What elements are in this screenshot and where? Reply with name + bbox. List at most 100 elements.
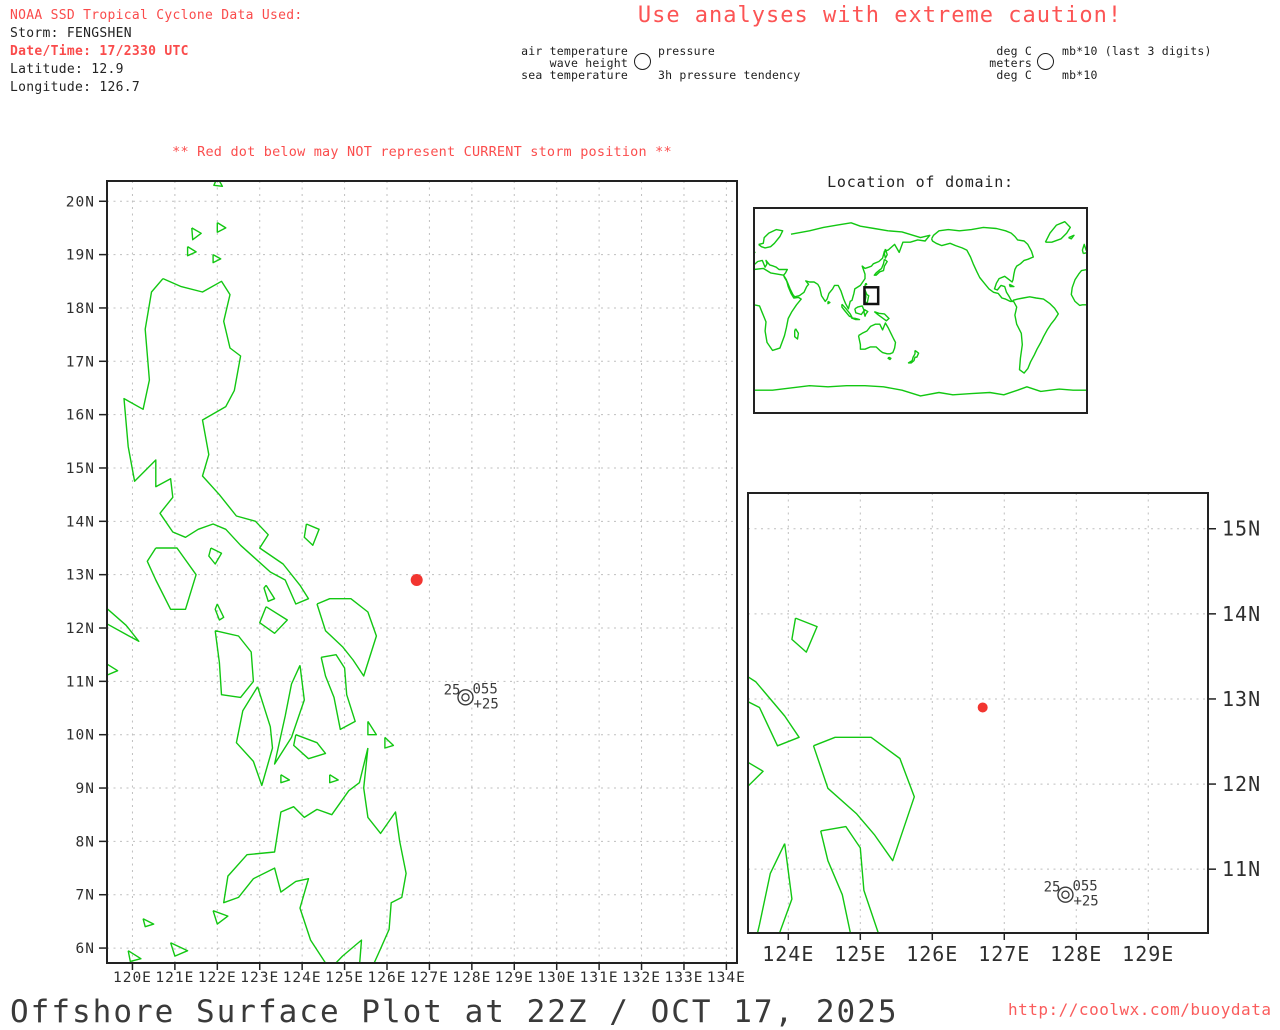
y-tick-label: 18N xyxy=(66,301,95,317)
main-map-frame xyxy=(107,181,737,963)
coastline xyxy=(304,524,319,545)
coastline xyxy=(1092,230,1116,248)
coastline xyxy=(865,283,867,285)
station-air-temp: 25 xyxy=(444,682,461,698)
x-tick-label: 133E xyxy=(665,970,704,986)
coastline xyxy=(1217,249,1220,258)
x-tick-label: 129E xyxy=(1122,942,1174,966)
y-tick-label: 6N xyxy=(76,941,95,957)
coastline xyxy=(1198,290,1202,304)
coastline xyxy=(1192,323,1229,354)
coastline xyxy=(644,137,658,152)
coastline xyxy=(128,951,141,962)
x-tick-label: 124E xyxy=(283,970,322,986)
coastline xyxy=(1207,259,1220,275)
coastline xyxy=(1197,309,1201,316)
coastline xyxy=(1013,297,1058,373)
coastline xyxy=(1175,304,1185,317)
coastline xyxy=(864,309,868,316)
y-tick-label: 15N xyxy=(66,461,95,477)
coastline xyxy=(1087,268,1134,350)
coastline xyxy=(209,548,222,564)
x-tick-label: 131E xyxy=(580,970,619,986)
coastline xyxy=(859,323,896,354)
coastline xyxy=(321,655,355,730)
coastline xyxy=(215,604,224,620)
x-tick-label: 132E xyxy=(622,970,661,986)
station-air-temp: 25 xyxy=(1044,880,1061,896)
coastline xyxy=(1087,223,1263,309)
coastline xyxy=(641,746,655,772)
coastline xyxy=(143,919,154,927)
coastline xyxy=(630,656,652,682)
y-tick-label: 14N xyxy=(1222,602,1261,626)
coastline xyxy=(909,350,919,363)
y-tick-label: 13N xyxy=(1222,687,1261,711)
x-tick-label: 128E xyxy=(1050,942,1102,966)
coastline xyxy=(795,329,799,339)
coastline xyxy=(264,585,275,601)
x-tick-label: 134E xyxy=(707,970,746,986)
coastline xyxy=(317,599,376,676)
y-tick-label: 15N xyxy=(1222,517,1261,541)
coastline xyxy=(171,943,188,956)
coastline xyxy=(754,268,801,350)
coastline xyxy=(932,227,1034,301)
storm-position-dot xyxy=(411,574,423,586)
coastline xyxy=(1198,283,1200,285)
coastline xyxy=(385,737,394,748)
y-tick-label: 13N xyxy=(66,568,95,584)
x-tick-label: 124E xyxy=(762,942,814,966)
y-tick-label: 19N xyxy=(66,248,95,264)
coastline xyxy=(601,146,617,165)
coastline xyxy=(236,687,272,786)
coastline xyxy=(188,247,197,256)
y-tick-label: 20N xyxy=(66,194,95,210)
coastline xyxy=(874,312,889,321)
coastline xyxy=(215,631,253,698)
coastline xyxy=(217,223,226,233)
coastline xyxy=(851,318,859,320)
coastline xyxy=(639,65,653,80)
offshore-surface-plot-page: { "header": { "source": "NOAA SSD Tropic… xyxy=(0,0,1280,1024)
y-tick-label: 11N xyxy=(66,674,95,690)
main-map: 120E121E122E123E124E125E126E127E128E129E… xyxy=(66,177,746,986)
coastline xyxy=(368,721,377,734)
world-map xyxy=(738,208,1280,413)
y-tick-label: 16N xyxy=(66,408,95,424)
coastline xyxy=(260,607,288,634)
coastline xyxy=(281,775,290,783)
coastline xyxy=(454,750,512,805)
x-tick-label: 121E xyxy=(155,970,194,986)
coastline xyxy=(759,230,783,248)
station-pressure-tendency: +25 xyxy=(1073,894,1098,910)
coastline xyxy=(1069,235,1075,239)
x-tick-label: 128E xyxy=(452,970,491,986)
coastline xyxy=(1009,284,1014,286)
coastline xyxy=(637,188,650,201)
coastline xyxy=(1184,318,1192,320)
x-tick-label: 123E xyxy=(240,970,279,986)
x-tick-label: 125E xyxy=(834,942,886,966)
x-tick-label: 129E xyxy=(495,970,534,986)
y-tick-label: 12N xyxy=(66,621,95,637)
x-tick-label: 125E xyxy=(325,970,364,986)
coastline xyxy=(594,176,608,190)
coastline xyxy=(742,844,792,1002)
y-tick-label: 10N xyxy=(66,728,95,744)
coastline xyxy=(855,306,864,315)
coastline xyxy=(874,259,887,275)
coastline xyxy=(1128,329,1132,339)
coastline xyxy=(1188,306,1197,315)
x-tick-label: 130E xyxy=(537,970,576,986)
coastline xyxy=(1161,301,1163,303)
coastline xyxy=(828,301,830,303)
station-pressure: 055 xyxy=(1072,879,1097,895)
coastline xyxy=(213,255,221,263)
coastline xyxy=(677,878,738,1024)
x-tick-label: 122E xyxy=(198,970,237,986)
storm-position-dot xyxy=(978,702,988,712)
domain-rectangle xyxy=(864,287,878,304)
coastline xyxy=(754,386,1087,396)
coastline xyxy=(1071,270,1087,306)
